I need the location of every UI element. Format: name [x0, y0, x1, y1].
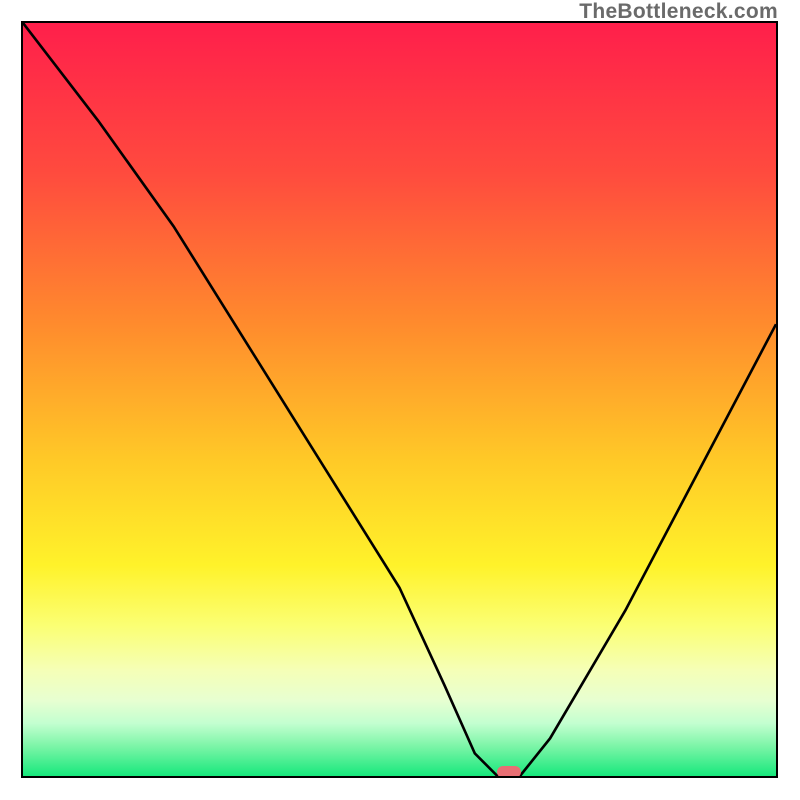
bottleneck-curve-path	[23, 23, 776, 776]
chart-frame	[21, 21, 778, 778]
bottleneck-curve	[23, 23, 776, 776]
optimum-marker	[497, 766, 521, 778]
